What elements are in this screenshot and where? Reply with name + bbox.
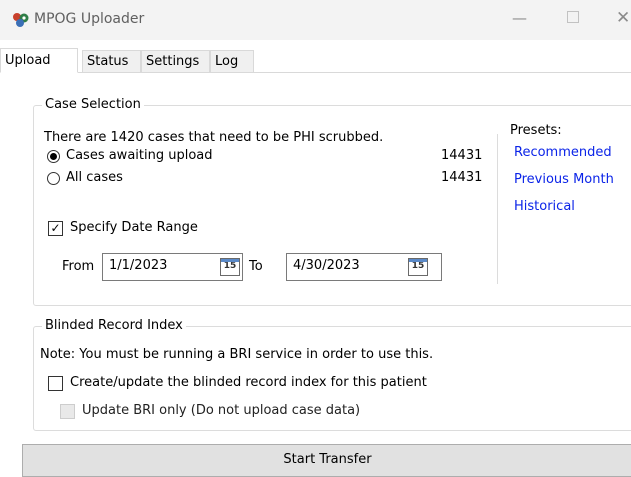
presets-title: Presets: bbox=[510, 123, 562, 138]
maximize-icon bbox=[567, 11, 579, 23]
maximize-button[interactable] bbox=[567, 10, 579, 26]
close-button[interactable]: ✕ bbox=[616, 10, 630, 27]
tab-status[interactable]: Status bbox=[82, 50, 141, 73]
app-icon bbox=[13, 13, 29, 27]
to-date-picker[interactable]: 4/30/2023 15 bbox=[286, 253, 442, 281]
radio-all-cases[interactable] bbox=[47, 172, 60, 185]
specify-date-range-checkbox[interactable]: ✓ bbox=[48, 221, 63, 236]
radio-cases-awaiting-upload[interactable] bbox=[47, 150, 60, 163]
preset-recommended[interactable]: Recommended bbox=[514, 145, 612, 160]
specify-date-range-label[interactable]: Specify Date Range bbox=[70, 220, 198, 235]
update-bri-only-label[interactable]: Update BRI only (Do not upload case data… bbox=[82, 403, 360, 418]
calendar-icon[interactable]: 15 bbox=[220, 258, 240, 276]
tab-upload[interactable]: Upload bbox=[0, 48, 78, 73]
title-bar: MPOG Uploader — ✕ bbox=[0, 0, 631, 40]
bri-legend: Blinded Record Index bbox=[42, 318, 186, 333]
tab-log[interactable]: Log bbox=[210, 50, 254, 73]
start-transfer-button[interactable]: Start Transfer bbox=[22, 444, 631, 477]
count-all: 14431 bbox=[441, 170, 483, 185]
calendar-icon[interactable]: 15 bbox=[408, 258, 428, 276]
create-update-bri-label[interactable]: Create/update the blinded record index f… bbox=[70, 375, 427, 390]
update-bri-only-checkbox[interactable] bbox=[60, 404, 75, 419]
radio-label-all[interactable]: All cases bbox=[66, 170, 123, 185]
from-date-picker[interactable]: 1/1/2023 15 bbox=[102, 253, 243, 281]
count-awaiting: 14431 bbox=[441, 148, 483, 163]
from-label: From bbox=[62, 259, 95, 274]
case-selection-legend: Case Selection bbox=[42, 97, 144, 112]
to-date-value[interactable]: 4/30/2023 bbox=[293, 258, 360, 273]
from-date-value[interactable]: 1/1/2023 bbox=[109, 258, 167, 273]
radio-label-awaiting[interactable]: Cases awaiting upload bbox=[66, 148, 213, 163]
cases-summary: There are 1420 cases that need to be PHI… bbox=[44, 130, 384, 145]
window-title: MPOG Uploader bbox=[34, 11, 145, 27]
minimize-button[interactable]: — bbox=[512, 10, 527, 26]
to-label: To bbox=[249, 259, 263, 274]
bri-note: Note: You must be running a BRI service … bbox=[40, 347, 434, 362]
preset-historical[interactable]: Historical bbox=[514, 199, 575, 214]
tab-settings[interactable]: Settings bbox=[141, 50, 210, 73]
create-update-bri-checkbox[interactable] bbox=[48, 376, 63, 391]
preset-previous-month[interactable]: Previous Month bbox=[514, 172, 614, 187]
presets-divider bbox=[497, 134, 498, 284]
